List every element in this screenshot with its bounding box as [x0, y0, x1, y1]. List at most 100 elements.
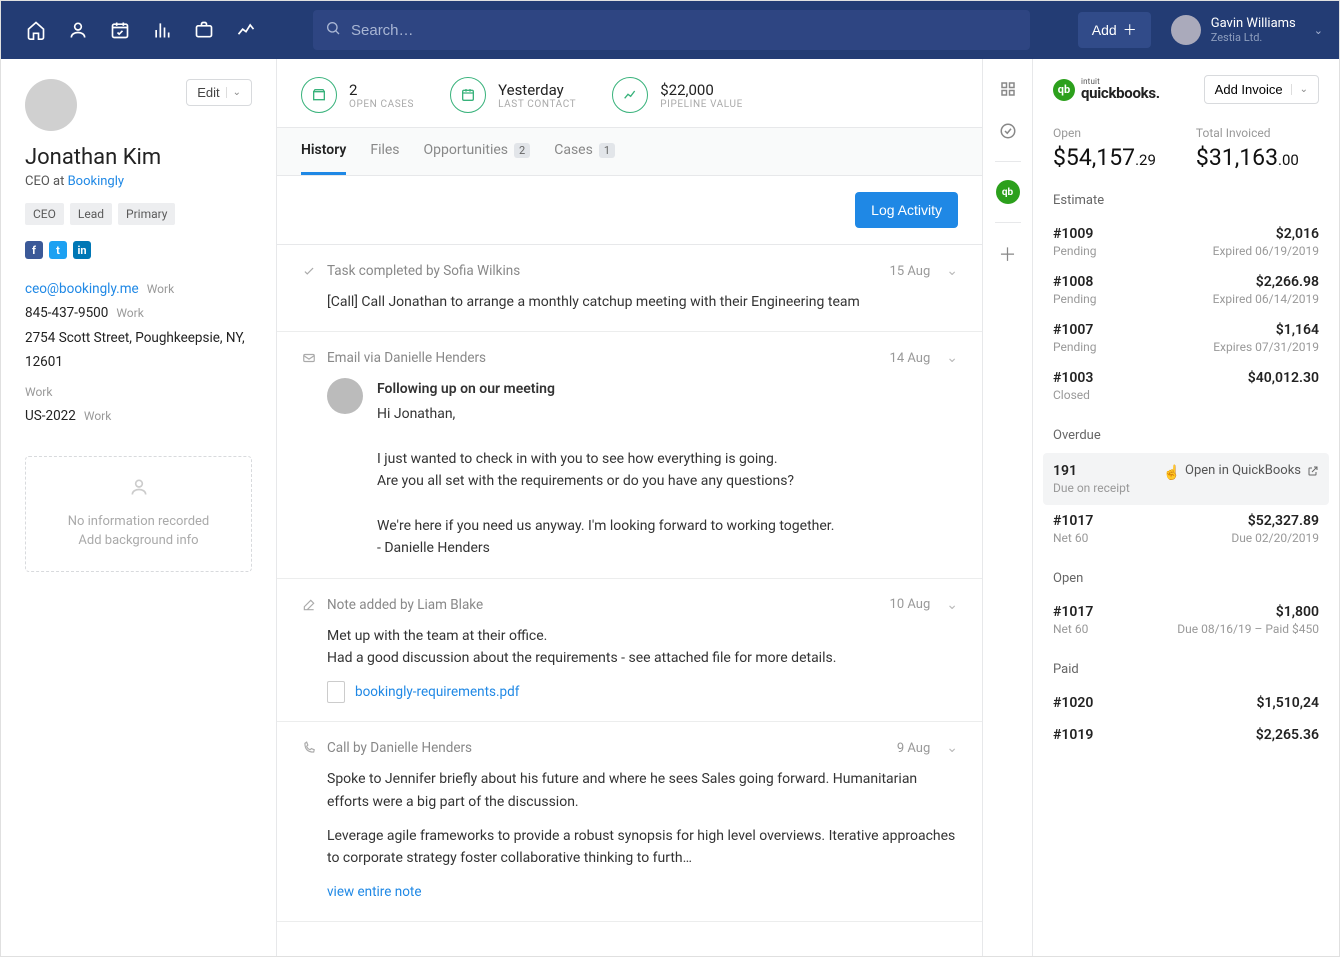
twitter-icon[interactable]: t: [49, 241, 67, 259]
check-circle-icon[interactable]: [996, 119, 1020, 143]
open-row[interactable]: #1017Net 60$1,800Due 08/16/19 – Paid $45…: [1053, 596, 1319, 644]
contact-name: Jonathan Kim: [25, 145, 252, 170]
add-invoice-button[interactable]: Add Invoice⌄: [1204, 75, 1319, 104]
contact-sidebar: Edit⌄ Jonathan Kim CEO at Bookingly CEO …: [1, 59, 277, 956]
user-name: Gavin Williams: [1211, 16, 1296, 32]
feed-item-note: Note added by Liam Blake 10 Aug ⌄ Met up…: [277, 579, 982, 723]
avatar: [327, 378, 363, 414]
quickbooks-logo: qb intuit quickbooks.: [1053, 78, 1160, 101]
background-info-box[interactable]: No information recorded Add background i…: [25, 456, 252, 572]
phone-type: Work: [116, 303, 143, 325]
estimate-row[interactable]: #1008Pending$2,266.98Expired 06/14/2019: [1053, 266, 1319, 314]
metric-open-cases[interactable]: 2OPEN CASES: [301, 77, 414, 113]
total-invoiced-amount: $31,163.00: [1196, 144, 1299, 171]
facebook-icon[interactable]: f: [25, 241, 43, 259]
tag[interactable]: CEO: [25, 203, 64, 225]
feed-title: Call by Danielle Henders: [327, 740, 472, 756]
content-tabs: History Files Opportunities2 Cases1: [277, 127, 982, 176]
feed-date: 9 Aug: [897, 741, 930, 756]
nav-chart-icon[interactable]: [143, 11, 181, 49]
grid-icon[interactable]: [996, 77, 1020, 101]
user-text: Gavin Williams Zestia Ltd.: [1211, 16, 1296, 45]
paid-row[interactable]: #1020$1,510,24: [1053, 687, 1319, 719]
user-menu[interactable]: Gavin Williams Zestia Ltd. ⌄: [1171, 15, 1323, 45]
overdue-row[interactable]: #1017Net 60$52,327.89Due 02/20/2019: [1053, 505, 1319, 553]
section-overdue: Overdue: [1053, 428, 1319, 443]
nav-activity-icon[interactable]: [227, 11, 265, 49]
nav-home-icon[interactable]: [17, 11, 55, 49]
sidebar-rail: qb ＋: [983, 59, 1033, 956]
open-label: Open: [1053, 126, 1156, 140]
case-icon: [301, 77, 337, 113]
metric-last-contact[interactable]: YesterdayLAST CONTACT: [450, 77, 576, 113]
note-icon: [301, 597, 317, 613]
linkedin-icon[interactable]: in: [73, 241, 91, 259]
company-link[interactable]: Bookingly: [68, 174, 124, 189]
metric-value: $22,000: [660, 81, 743, 99]
tab-files[interactable]: Files: [370, 128, 399, 175]
plus-icon: ＋: [1123, 20, 1137, 40]
open-in-quickbooks-link[interactable]: Open in QuickBooks: [1185, 463, 1319, 478]
tab-opportunities[interactable]: Opportunities2: [424, 128, 531, 175]
qb-circle-icon: qb: [1053, 79, 1075, 101]
center-panel: 2OPEN CASES YesterdayLAST CONTACT $22,00…: [277, 59, 983, 956]
email-signoff: - Danielle Henders: [377, 537, 834, 559]
nav-calendar-icon[interactable]: [101, 11, 139, 49]
log-activity-button[interactable]: Log Activity: [855, 192, 958, 228]
edit-label: Edit: [197, 85, 219, 100]
feed-item-email: Email via Danielle Henders 14 Aug ⌄ Foll…: [277, 332, 982, 578]
tag[interactable]: Lead: [70, 203, 112, 225]
nav-person-icon[interactable]: [59, 11, 97, 49]
view-entire-note-link[interactable]: view entire note: [327, 882, 421, 904]
chevron-down-icon[interactable]: ⌄: [946, 597, 958, 613]
estimate-row[interactable]: #1007Pending$1,164Expires 07/31/2019: [1053, 314, 1319, 362]
contact-region: US-2022: [25, 404, 76, 428]
edit-button[interactable]: Edit⌄: [186, 79, 252, 106]
paid-row[interactable]: #1019$2,265.36: [1053, 719, 1319, 751]
cases-badge: 1: [599, 143, 615, 158]
metric-value: 2: [349, 81, 414, 99]
contact-phone: 845-437-9500: [25, 301, 108, 325]
tab-history[interactable]: History: [301, 128, 346, 175]
call-note-p2: Leverage agile frameworks to provide a r…: [327, 825, 958, 870]
tab-cases[interactable]: Cases1: [554, 128, 615, 175]
feed-title: Email via Danielle Henders: [327, 350, 486, 366]
total-invoiced-label: Total Invoiced: [1196, 126, 1299, 140]
email-line: Are you all set with the requirements or…: [377, 470, 834, 492]
metric-value: Yesterday: [498, 81, 576, 99]
chevron-down-icon[interactable]: ⌄: [946, 263, 958, 279]
feed-item-task: Task completed by Sofia Wilkins 15 Aug ⌄…: [277, 245, 982, 332]
feed-item-call: Call by Danielle Henders 9 Aug ⌄ Spoke t…: [277, 722, 982, 922]
add-button[interactable]: Add＋: [1078, 12, 1151, 48]
quickbooks-icon[interactable]: qb: [996, 180, 1020, 204]
feed-date: 10 Aug: [890, 597, 931, 612]
search-wrap: [313, 10, 1030, 50]
search-input[interactable]: [313, 10, 1030, 50]
email-line: We're here if you need us anyway. I'm lo…: [377, 515, 834, 537]
feed-title: Task completed by Sofia Wilkins: [327, 263, 520, 279]
metric-pipeline[interactable]: $22,000PIPELINE VALUE: [612, 77, 743, 113]
quickbooks-panel: qb intuit quickbooks. Add Invoice⌄ Open …: [1033, 59, 1339, 956]
contact-email[interactable]: ceo@bookingly.me: [25, 277, 139, 301]
file-link[interactable]: bookingly-requirements.pdf: [355, 682, 519, 704]
nav-briefcase-icon[interactable]: [185, 11, 223, 49]
tag[interactable]: Primary: [118, 203, 175, 225]
feed-title: Note added by Liam Blake: [327, 597, 483, 613]
trend-icon: [612, 77, 648, 113]
region-type: Work: [84, 406, 111, 428]
overdue-row[interactable]: 191Due on receipt ☝ Open in QuickBooks: [1043, 453, 1329, 505]
metric-label: PIPELINE VALUE: [660, 99, 743, 110]
chevron-down-icon[interactable]: ⌄: [946, 740, 958, 756]
cursor-hand-icon: ☝: [1163, 465, 1180, 481]
separator: [995, 222, 1021, 223]
feed-body: [Call] Call Jonathan to arrange a monthl…: [301, 291, 958, 313]
add-panel-icon[interactable]: ＋: [999, 241, 1017, 267]
estimate-row[interactable]: #1009Pending$2,016Expired 06/19/2019: [1053, 218, 1319, 266]
chevron-down-icon: ⌄: [1291, 84, 1308, 95]
section-paid: Paid: [1053, 662, 1319, 677]
info-line2: Add background info: [38, 531, 239, 551]
note-line: Met up with the team at their office.: [327, 625, 958, 647]
chevron-down-icon[interactable]: ⌄: [946, 350, 958, 366]
estimate-row[interactable]: #1003Closed$40,012.30: [1053, 362, 1319, 410]
contact-title: CEO at Bookingly: [25, 174, 252, 189]
